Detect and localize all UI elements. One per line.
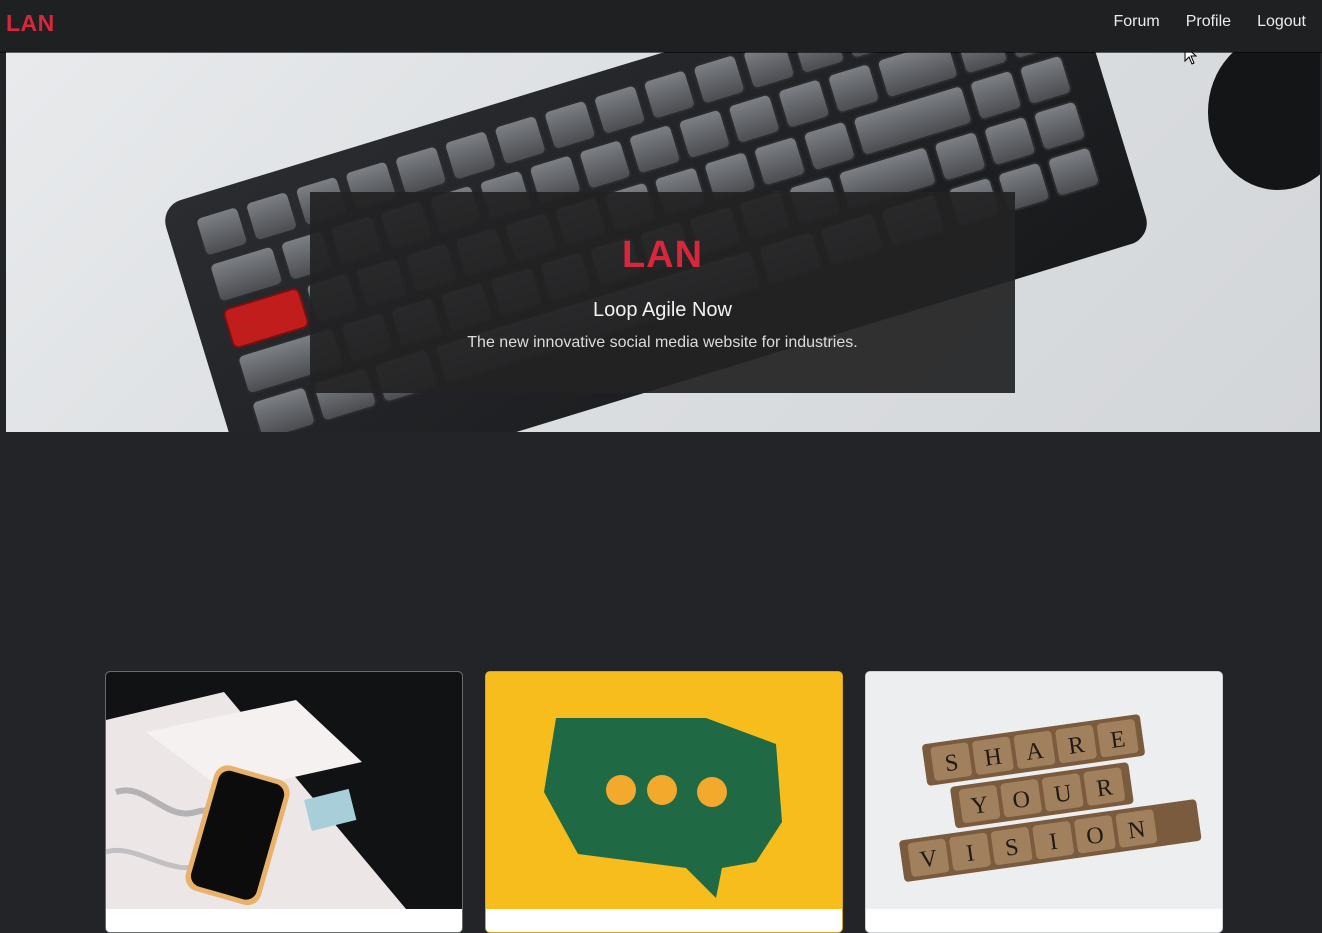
scrabble-tile: N xyxy=(1126,816,1147,844)
card-image-speech-bubble xyxy=(486,672,842,909)
card-image-phone xyxy=(106,672,462,909)
scrabble-tile: H xyxy=(983,744,1004,772)
feature-card[interactable] xyxy=(105,671,463,933)
hero-banner: LAN Loop Agile Now The new innovative so… xyxy=(6,52,1320,432)
scrabble-tile: Y xyxy=(969,792,990,820)
hero-brand-title: LAN xyxy=(621,234,704,276)
nav-links: Forum Profile Logout xyxy=(1113,13,1306,31)
nav-link-forum[interactable]: Forum xyxy=(1113,13,1159,31)
feature-card[interactable] xyxy=(485,671,843,933)
card-body xyxy=(106,909,462,932)
feature-card[interactable]: S H A R E Y O U R V I S I O N xyxy=(865,671,1223,933)
nav-link-profile[interactable]: Profile xyxy=(1186,13,1231,31)
card-image-scrabble: S H A R E Y O U R V I S I O N xyxy=(866,672,1222,909)
nav-link-logout[interactable]: Logout xyxy=(1257,13,1306,31)
hero-tagline: Loop Agile Now xyxy=(593,299,732,321)
brand-logo-link[interactable]: LAN xyxy=(6,10,55,37)
hero-description: The new innovative social media website … xyxy=(467,334,858,351)
hero-overlay-card: LAN Loop Agile Now The new innovative so… xyxy=(310,192,1015,393)
top-navbar: LAN Forum Profile Logout xyxy=(0,0,1322,52)
card-body xyxy=(866,909,1222,932)
scrabble-tile: O xyxy=(1011,786,1032,814)
scrabble-tile: U xyxy=(1053,780,1074,808)
card-body xyxy=(486,909,842,932)
scrabble-tile: O xyxy=(1085,822,1106,850)
